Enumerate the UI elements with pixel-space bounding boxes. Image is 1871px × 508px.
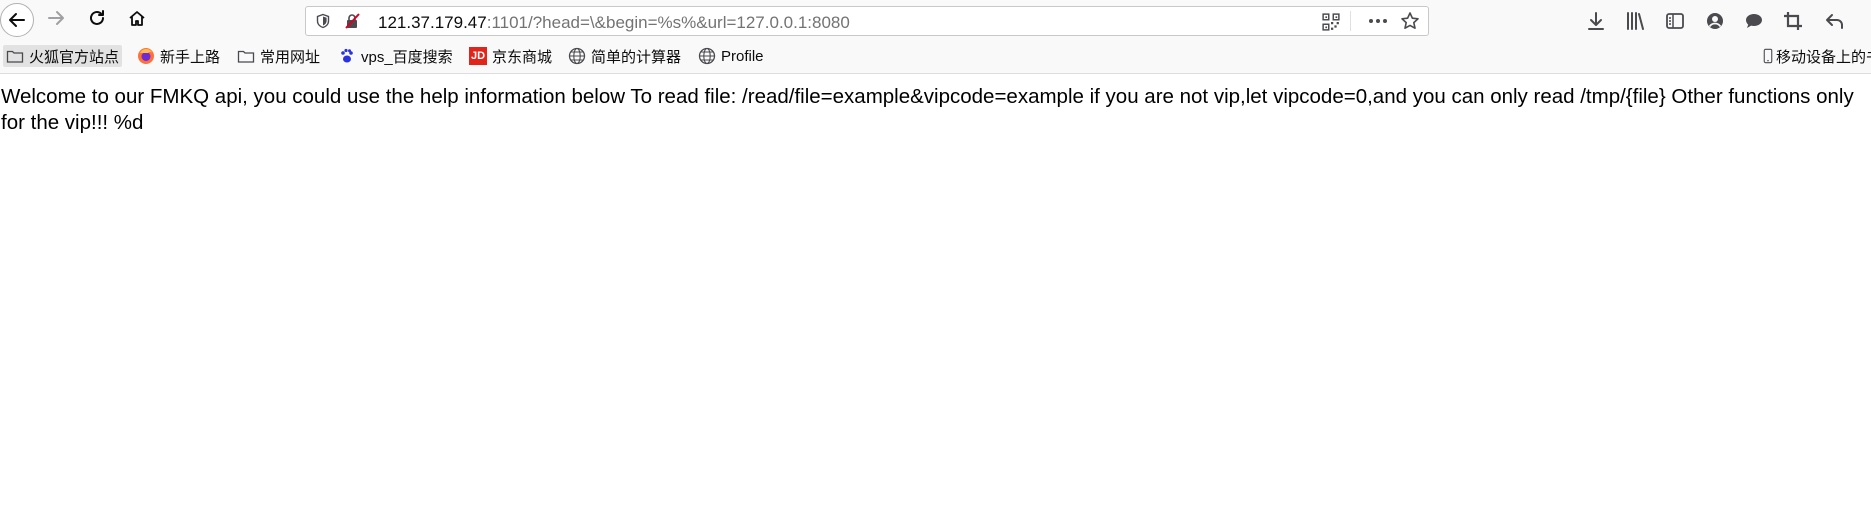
forward-button[interactable] <box>40 4 72 36</box>
crop-icon <box>1782 12 1804 36</box>
back-arrow-icon <box>0 3 34 37</box>
screenshot-button[interactable] <box>1782 10 1804 32</box>
bookmark-label: 新手上路 <box>160 48 221 66</box>
reload-icon <box>87 8 107 33</box>
account-button[interactable] <box>1704 10 1726 32</box>
bookmark-item[interactable]: Profile <box>695 45 767 67</box>
url-bar[interactable]: 121.37.179.47:1101/?head=\&begin=%s%&url… <box>305 6 1429 36</box>
home-button[interactable] <box>121 4 153 36</box>
url-text[interactable]: 121.37.179.47:1101/?head=\&begin=%s%&url… <box>378 13 850 33</box>
url-host: 121.37.179.47 <box>378 13 487 32</box>
bookmark-item[interactable]: 新手上路 <box>134 45 223 67</box>
undo-arrow-icon <box>1824 14 1846 36</box>
mobile-phone-icon <box>1763 47 1773 65</box>
chat-bubble-icon <box>1743 14 1765 36</box>
mobile-bookmarks-label: 移动设备上的书签 <box>1776 48 1871 66</box>
baidu-paw-icon <box>338 47 356 65</box>
page-body-text: Welcome to our FMKQ api, you could use t… <box>1 85 1854 134</box>
globe-icon <box>568 47 586 65</box>
back-button[interactable] <box>0 3 34 37</box>
bookmark-item[interactable]: vps_百度搜索 <box>335 45 456 67</box>
undo-button[interactable] <box>1824 10 1846 32</box>
bookmark-label: 简单的计算器 <box>591 48 682 66</box>
bookmark-item[interactable]: 火狐官方站点 <box>3 45 123 67</box>
library-icon <box>1624 12 1646 36</box>
globe-icon <box>698 47 716 65</box>
home-icon <box>127 8 147 33</box>
bookmark-label: 常用网址 <box>260 48 321 66</box>
sidebar-button[interactable] <box>1664 10 1686 32</box>
forward-arrow-icon <box>46 8 66 33</box>
bookmarks-toolbar: 火狐官方站点 新手上路 常用网址 vps_百度搜索 JD 京东商城 简单的计算器 <box>0 40 1871 74</box>
insecure-connection-icon[interactable] <box>344 13 360 29</box>
jd-glyph: JD <box>470 50 486 62</box>
sidebar-icon <box>1664 13 1686 36</box>
mobile-bookmarks[interactable]: 移动设备上的书签 <box>1760 45 1871 67</box>
bookmark-item[interactable]: JD 京东商城 <box>466 45 555 67</box>
downloads-button[interactable] <box>1585 10 1607 32</box>
download-icon <box>1585 12 1607 36</box>
url-bar-divider <box>1350 11 1351 31</box>
jd-icon: JD <box>469 47 487 65</box>
bookmark-star-icon[interactable] <box>1400 11 1419 29</box>
tracking-shield-icon[interactable] <box>315 13 331 29</box>
bookmark-label: 火狐官方站点 <box>29 48 120 66</box>
qr-code-icon[interactable] <box>1322 13 1340 31</box>
chat-button[interactable] <box>1743 10 1765 32</box>
page-actions-icon[interactable] <box>1368 13 1387 29</box>
bookmark-label: Profile <box>721 47 764 65</box>
browser-toolbar: 121.37.179.47:1101/?head=\&begin=%s%&url… <box>0 0 1871 40</box>
reload-button[interactable] <box>81 4 113 36</box>
account-icon <box>1704 13 1726 36</box>
bookmark-label: vps_百度搜索 <box>361 48 453 66</box>
library-button[interactable] <box>1624 10 1646 32</box>
bookmark-item[interactable]: 常用网址 <box>234 45 323 67</box>
folder-icon <box>6 47 24 65</box>
url-path: :1101/?head=\&begin=%s%&url=127.0.0.1:80… <box>486 13 850 32</box>
firefox-icon <box>137 47 155 65</box>
bookmark-item[interactable]: 简单的计算器 <box>565 45 684 67</box>
bookmark-label: 京东商城 <box>492 48 553 66</box>
folder-icon <box>237 47 255 65</box>
